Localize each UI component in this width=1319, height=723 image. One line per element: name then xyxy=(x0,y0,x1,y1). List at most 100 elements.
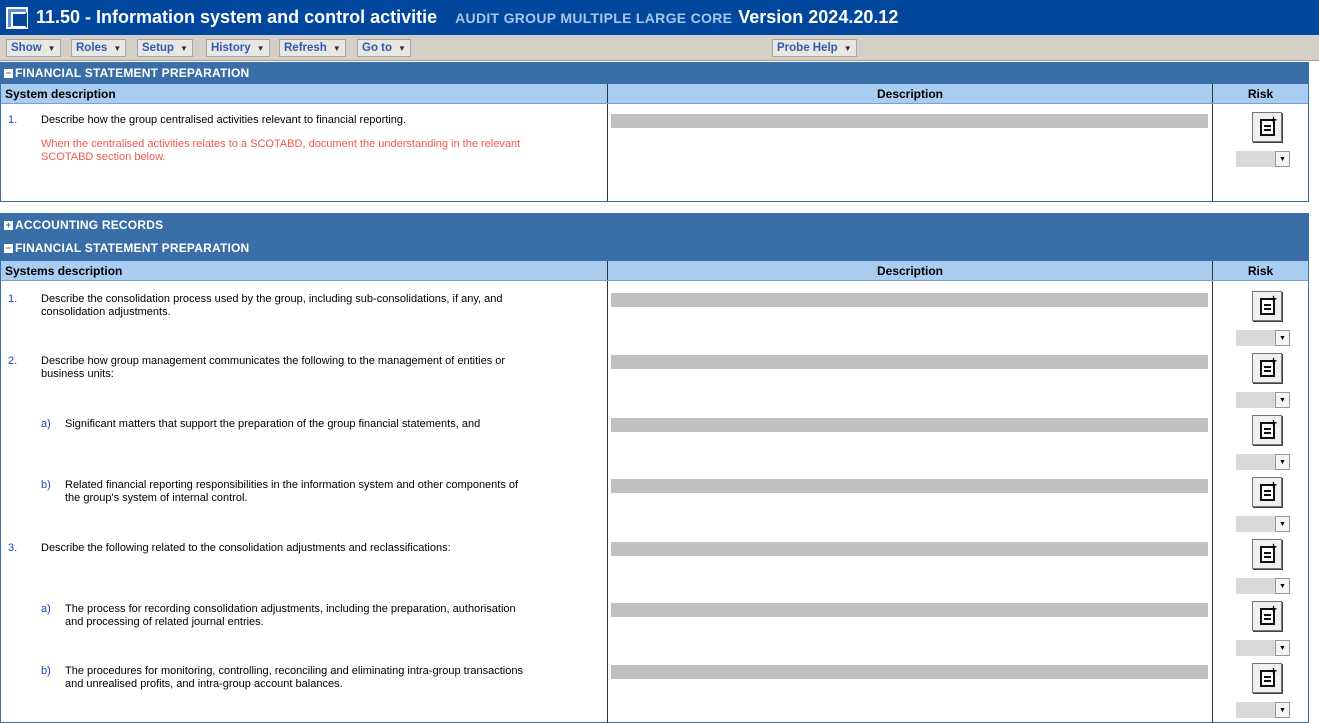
section-band-financial-statement[interactable]: − FINANCIAL STATEMENT PREPARATION xyxy=(1,235,1308,261)
question-text: Describe the consolidation process used … xyxy=(41,293,503,318)
risk-select[interactable]: ▼ xyxy=(1236,151,1290,167)
risk-select[interactable]: ▼ xyxy=(1236,392,1290,408)
risk-select-value xyxy=(1236,151,1275,167)
question-text: Describe how group management communicat… xyxy=(41,355,506,380)
add-risk-button[interactable]: + xyxy=(1252,112,1282,142)
risk-select[interactable]: ▼ xyxy=(1236,454,1290,470)
add-risk-button[interactable]: + xyxy=(1252,415,1282,445)
question-column: 1. Describe how the group centralised ac… xyxy=(1,104,608,201)
refresh-menu-button[interactable]: Refresh ▼ xyxy=(279,39,346,57)
roles-menu-label: Roles xyxy=(76,42,108,54)
description-input[interactable] xyxy=(611,542,1208,556)
risk-select-value xyxy=(1236,516,1275,532)
add-risk-button[interactable]: + xyxy=(1252,539,1282,569)
probe-help-menu-label: Probe Help xyxy=(777,42,838,54)
chevron-down-icon: ▼ xyxy=(398,43,406,53)
roles-menu-button[interactable]: Roles ▼ xyxy=(71,39,127,57)
question-text: The process for recording consolidation … xyxy=(65,603,516,628)
question-number: 3. xyxy=(8,542,18,554)
plus-icon: + xyxy=(1269,292,1277,306)
risk-column: + ▼ xyxy=(1213,104,1308,201)
dropdown-arrow-icon: ▼ xyxy=(1275,516,1290,532)
chevron-down-icon: ▼ xyxy=(179,43,188,53)
question-number: 2. xyxy=(8,355,18,367)
minus-toggle-icon[interactable]: − xyxy=(4,68,13,78)
guidance-text: When the centralised activities relates … xyxy=(41,138,521,163)
risk-column: + ▼ + ▼ + ▼ + ▼ + ▼ + ▼ + ▼ xyxy=(1213,281,1308,723)
column-header-systems-description: Systems description xyxy=(1,261,608,280)
column-header-system-description: System description xyxy=(1,84,608,103)
dropdown-arrow-icon: ▼ xyxy=(1275,640,1290,656)
goto-menu-button[interactable]: Go to ▼ xyxy=(357,39,411,57)
add-risk-button[interactable]: + xyxy=(1252,477,1282,507)
section-band-accounting-title: ACCOUNTING RECORDS xyxy=(15,218,164,232)
section-accounting-records: + ACCOUNTING RECORDS − FINANCIAL STATEME… xyxy=(0,213,1309,723)
risk-select[interactable]: ▼ xyxy=(1236,702,1290,718)
history-menu-label: History xyxy=(211,42,251,54)
setup-menu-button[interactable]: Setup ▼ xyxy=(137,39,193,57)
chevron-down-icon: ▼ xyxy=(843,43,852,53)
description-column xyxy=(608,281,1213,723)
add-risk-button[interactable]: + xyxy=(1252,353,1282,383)
section-financial-statement-preparation-1: − FINANCIAL STATEMENT PREPARATION System… xyxy=(0,62,1309,202)
risk-select[interactable]: ▼ xyxy=(1236,330,1290,346)
show-menu-label: Show xyxy=(11,42,42,54)
dropdown-arrow-icon: ▼ xyxy=(1275,151,1290,167)
goto-menu-label: Go to xyxy=(362,42,393,54)
section-band[interactable]: − FINANCIAL STATEMENT PREPARATION xyxy=(1,62,1308,84)
dropdown-arrow-icon: ▼ xyxy=(1275,702,1290,718)
risk-select[interactable]: ▼ xyxy=(1236,578,1290,594)
question-text: Significant matters that support the pre… xyxy=(65,418,481,430)
risk-select-value xyxy=(1236,702,1275,718)
add-risk-button[interactable]: + xyxy=(1252,663,1282,693)
window-title: 11.50 - Information system and control a… xyxy=(36,7,438,27)
probe-help-menu-button[interactable]: Probe Help ▼ xyxy=(772,39,857,57)
add-risk-button[interactable]: + xyxy=(1252,291,1282,321)
section-band-title: FINANCIAL STATEMENT PREPARATION xyxy=(15,241,250,255)
plus-icon: + xyxy=(1269,416,1277,430)
description-input[interactable] xyxy=(611,293,1208,307)
description-input[interactable] xyxy=(611,603,1208,617)
question-column: 1. Describe the consolidation process us… xyxy=(1,281,608,723)
chevron-down-icon: ▼ xyxy=(332,43,341,53)
plus-toggle-icon[interactable]: + xyxy=(4,220,13,230)
show-menu-button[interactable]: Show ▼ xyxy=(6,39,61,57)
chevron-down-icon: ▼ xyxy=(113,43,122,53)
minus-toggle-icon[interactable]: − xyxy=(4,243,13,253)
question-text: Describe how the group centralised activ… xyxy=(41,114,407,126)
question-number: 1. xyxy=(8,114,18,126)
description-column xyxy=(608,104,1213,201)
description-input[interactable] xyxy=(611,479,1208,493)
version-label: Version 2024.20.12 xyxy=(738,7,899,27)
section-band-title: FINANCIAL STATEMENT PREPARATION xyxy=(15,66,250,80)
chevron-down-icon: ▼ xyxy=(256,43,265,53)
question-number: 1. xyxy=(8,293,18,305)
question-rows: 1. Describe the consolidation process us… xyxy=(1,281,1308,723)
plus-icon: + xyxy=(1269,602,1277,616)
description-input[interactable] xyxy=(611,355,1208,369)
dropdown-arrow-icon: ▼ xyxy=(1275,330,1290,346)
description-input[interactable] xyxy=(611,114,1208,128)
column-header-row: Systems description Description Risk xyxy=(1,261,1308,281)
plus-icon: + xyxy=(1269,113,1277,127)
risk-select[interactable]: ▼ xyxy=(1236,640,1290,656)
risk-select-value xyxy=(1236,454,1275,470)
risk-select-value xyxy=(1236,578,1275,594)
menu-bar: Show ▼ Roles ▼ Setup ▼ History ▼ Refresh… xyxy=(0,35,1319,61)
risk-select-value xyxy=(1236,640,1275,656)
question-letter: a) xyxy=(41,603,51,615)
setup-menu-label: Setup xyxy=(142,42,174,54)
risk-select[interactable]: ▼ xyxy=(1236,516,1290,532)
plus-icon: + xyxy=(1269,478,1277,492)
description-input[interactable] xyxy=(611,665,1208,679)
history-menu-button[interactable]: History ▼ xyxy=(206,39,270,57)
add-risk-button[interactable]: + xyxy=(1252,601,1282,631)
column-header-description: Description xyxy=(608,261,1213,280)
risk-select-value xyxy=(1236,330,1275,346)
question-text: Describe the following related to the co… xyxy=(41,542,451,554)
description-input[interactable] xyxy=(611,418,1208,432)
window-subtitle: AUDIT GROUP MULTIPLE LARGE CORE xyxy=(455,9,733,26)
section-band-accounting-records[interactable]: + ACCOUNTING RECORDS xyxy=(1,213,1308,235)
column-header-description: Description xyxy=(608,84,1213,103)
dropdown-arrow-icon: ▼ xyxy=(1275,578,1290,594)
